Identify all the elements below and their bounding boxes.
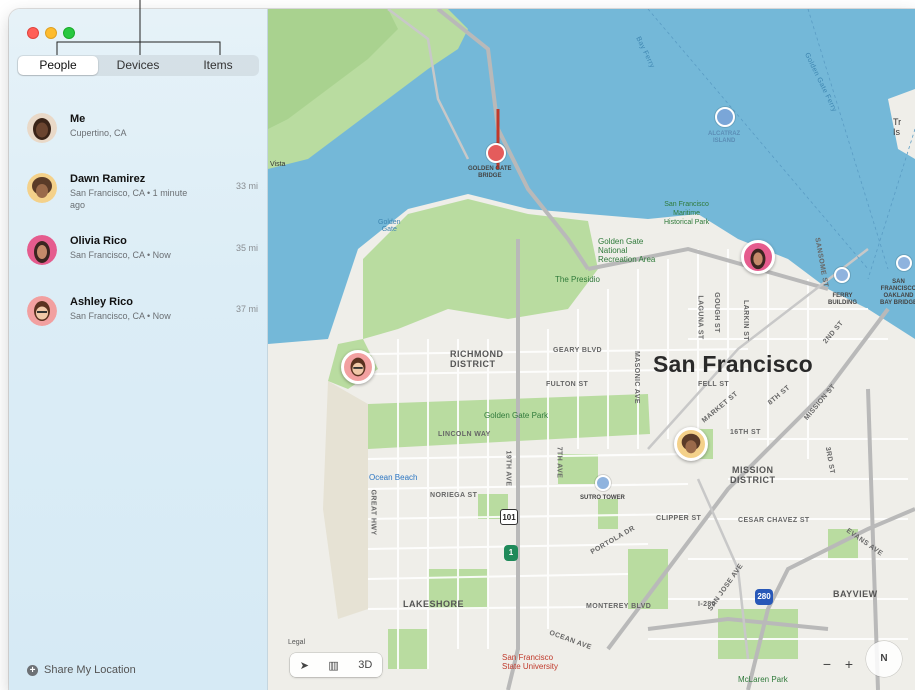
label-great-hwy: GREAT HWY xyxy=(369,489,377,536)
ferry-building-icon[interactable] xyxy=(834,267,850,283)
person-row-me[interactable]: Me Cupertino, CA xyxy=(9,113,268,173)
label-noriega: NORIEGA ST xyxy=(430,492,478,499)
sutro-tower-icon[interactable] xyxy=(595,475,611,491)
person-location: San Francisco, CA • 1 minute ago xyxy=(70,188,188,210)
zoom-controls: − + xyxy=(816,653,860,675)
person-distance: 35 mi xyxy=(235,243,258,253)
label-sfsu: San Francisco State University xyxy=(502,653,559,671)
label-recreation-area: Golden Gate National Recreation Area xyxy=(598,237,656,264)
map-view[interactable]: Golden Gate Vista Tr Is Bay Ferry Golden… xyxy=(268,9,915,690)
minimize-window-button[interactable] xyxy=(45,27,57,39)
zoom-out-button[interactable]: − xyxy=(823,656,831,672)
person-row-olivia-rico[interactable]: Olivia Rico San Francisco, CA • Now 35 m… xyxy=(9,235,268,295)
label-geary: GEARY BLVD xyxy=(553,347,602,354)
person-distance: 37 mi xyxy=(235,304,258,314)
label-maritime-park: San Francisco Maritime Historical Park xyxy=(664,201,710,226)
avatar xyxy=(27,113,57,143)
label-golden-gate-water: Golden Gate xyxy=(378,219,401,233)
golden-gate-bridge-icon[interactable] xyxy=(486,143,506,163)
label-larkin: LARKIN ST xyxy=(741,300,749,341)
label-ferry-building: FERRY BUILDING xyxy=(828,293,857,306)
close-window-button[interactable] xyxy=(27,27,39,39)
label-golden-gate-park: Golden Gate Park xyxy=(484,411,549,420)
label-laguna: LAGUNA ST xyxy=(696,295,704,340)
label-vista: Vista xyxy=(270,161,286,168)
person-distance: 33 mi xyxy=(235,181,258,191)
avatar xyxy=(27,296,57,326)
map-control-bar: ➤ ▥ 3D xyxy=(290,653,382,677)
highway-1-shield: 1 xyxy=(504,545,518,561)
label-richmond-district: RICHMOND DISTRICT xyxy=(450,349,504,369)
legal-link[interactable]: Legal xyxy=(288,639,305,646)
label-presidio: The Presidio xyxy=(555,275,600,284)
label-clipper: CLIPPER ST xyxy=(656,515,702,522)
highway-101-shield: 101 xyxy=(500,509,518,525)
person-row-ashley-rico[interactable]: Ashley Rico San Francisco, CA • Now 37 m… xyxy=(9,296,268,356)
plus-circle-icon: + xyxy=(27,664,38,676)
3d-button[interactable]: 3D xyxy=(358,659,372,671)
map-pin-dawn-ramirez[interactable] xyxy=(674,427,708,461)
label-monterey: MONTEREY BLVD xyxy=(586,603,652,610)
alcatraz-icon[interactable] xyxy=(715,107,735,127)
person-location: San Francisco, CA • Now xyxy=(70,250,171,260)
map-pin-ashley-rico[interactable] xyxy=(341,350,375,384)
location-arrow-icon[interactable]: ➤ xyxy=(300,659,309,672)
label-16th: 16TH ST xyxy=(730,429,761,436)
zoom-window-button[interactable] xyxy=(63,27,75,39)
person-name: Me xyxy=(70,113,86,125)
sidebar: People Devices Items Me Cupertino, CA Da… xyxy=(9,9,268,690)
avatar xyxy=(27,173,57,203)
compass-icon[interactable]: N xyxy=(866,641,902,677)
person-name: Dawn Ramirez xyxy=(70,173,146,185)
segmented-control: People Devices Items xyxy=(17,55,259,76)
bay-bridge-icon[interactable] xyxy=(896,255,912,271)
label-masonic: MASONIC AVE xyxy=(633,350,641,405)
label-bayview: BAYVIEW xyxy=(833,589,878,599)
person-name: Ashley Rico xyxy=(70,296,133,308)
label-7th-ave: 7TH AVE xyxy=(555,446,563,479)
find-my-window: People Devices Items Me Cupertino, CA Da… xyxy=(9,9,915,690)
label-lakeshore: LAKESHORE xyxy=(403,599,465,609)
person-location: Cupertino, CA xyxy=(70,128,127,138)
label-gough: GOUGH ST xyxy=(712,292,720,333)
label-i280: I-280 xyxy=(698,601,716,608)
tab-people[interactable]: People xyxy=(18,56,98,75)
label-cesar-chavez: CESAR CHAVEZ ST xyxy=(738,517,810,524)
zoom-in-button[interactable]: + xyxy=(845,656,853,672)
person-name: Olivia Rico xyxy=(70,235,127,247)
label-mission-district: MISSION DISTRICT xyxy=(730,465,776,485)
label-golden-gate-bridge: GOLDEN GATE BRIDGE xyxy=(468,166,512,179)
map-pin-olivia-rico[interactable] xyxy=(741,240,775,274)
share-my-location-label: Share My Location xyxy=(44,664,136,676)
label-alcatraz: ALCATRAZ ISLAND xyxy=(708,131,741,144)
label-lincoln: LINCOLN WAY xyxy=(438,431,491,438)
map-icon[interactable]: ▥ xyxy=(328,659,338,672)
label-19th-ave: 19TH AVE xyxy=(504,450,512,487)
label-fulton: FULTON ST xyxy=(546,381,589,388)
tab-items[interactable]: Items xyxy=(178,56,258,75)
label-bay-bridge: SAN FRANCISCO OAKLAND BAY BRIDGE xyxy=(880,279,915,306)
label-fell: FELL ST xyxy=(698,381,730,388)
avatar xyxy=(27,235,57,265)
person-row-dawn-ramirez[interactable]: Dawn Ramirez San Francisco, CA • 1 minut… xyxy=(9,173,268,233)
label-ocean-beach: Ocean Beach xyxy=(369,473,418,482)
tab-devices[interactable]: Devices xyxy=(98,56,178,75)
person-location: San Francisco, CA • Now xyxy=(70,311,171,321)
share-my-location-button[interactable]: + Share My Location xyxy=(27,664,136,676)
highway-280-shield: 280 xyxy=(755,589,773,605)
label-sutro-tower: SUTRO TOWER xyxy=(580,495,625,501)
label-mclaren-park: McLaren Park xyxy=(738,675,788,684)
label-city: San Francisco xyxy=(653,351,813,377)
label-treasure-island: Tr Is xyxy=(893,117,902,137)
